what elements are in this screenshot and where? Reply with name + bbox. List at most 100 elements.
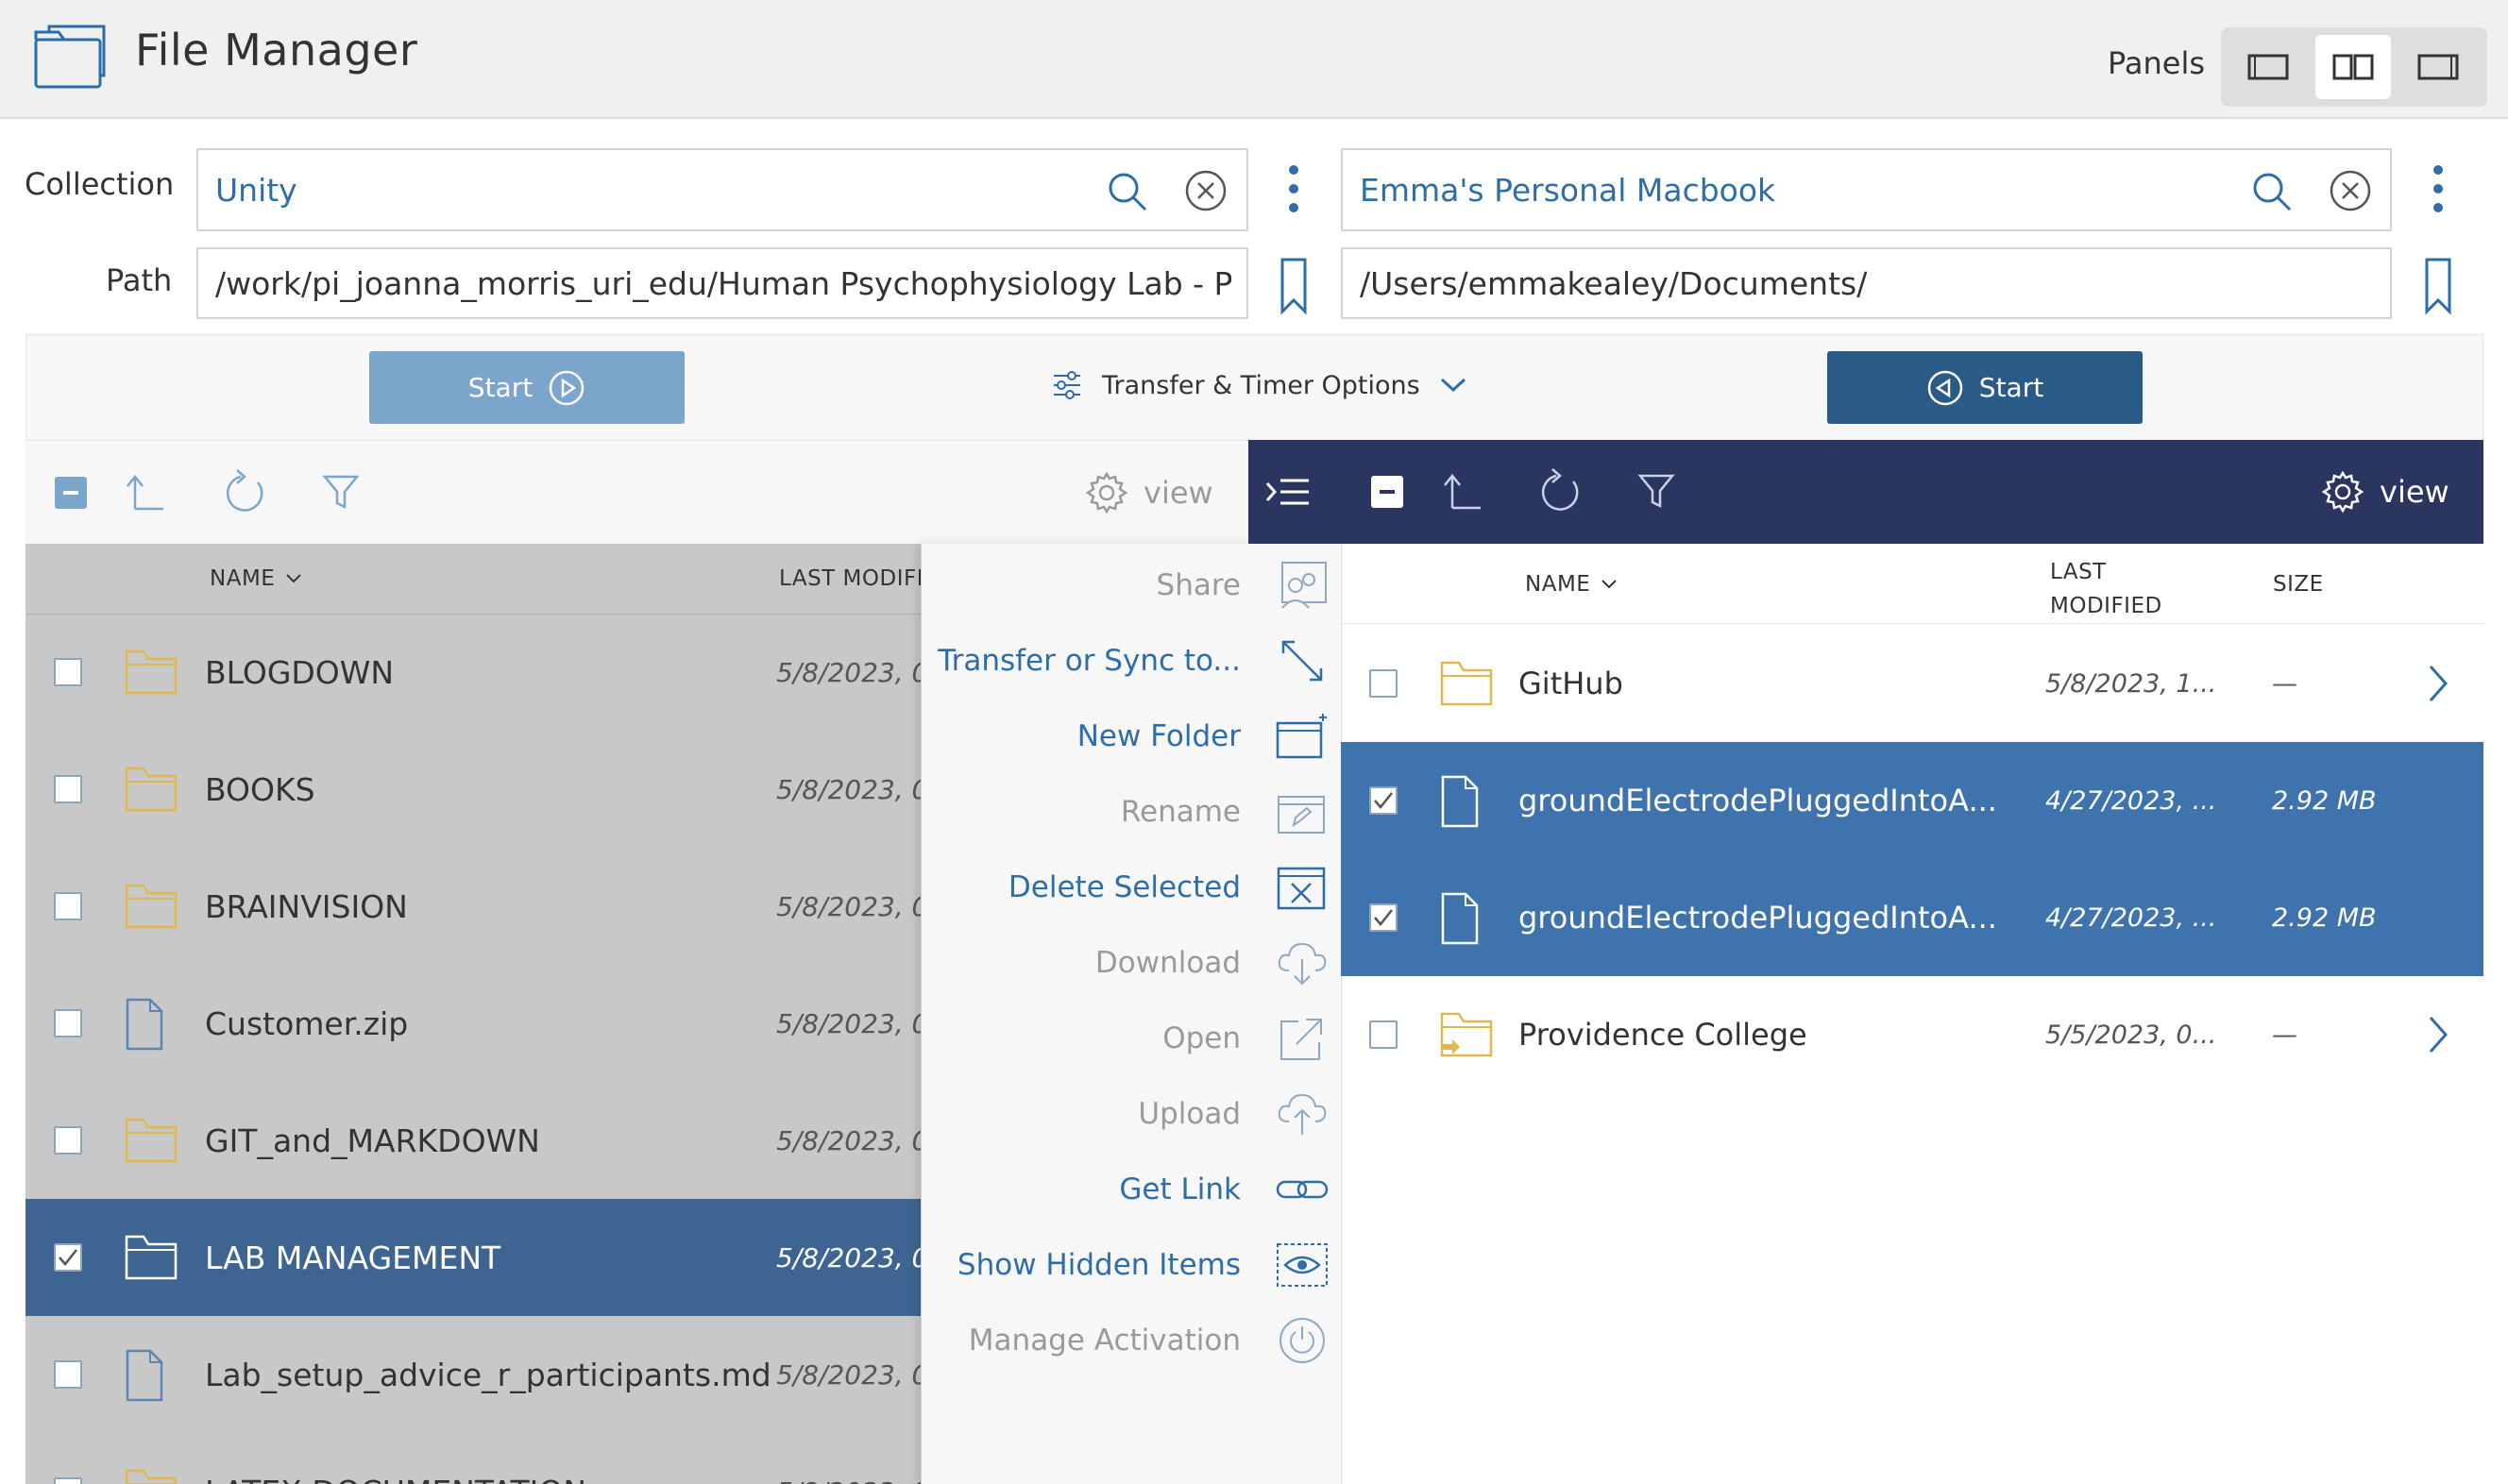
clear-icon[interactable] xyxy=(1184,169,1228,212)
left-more-options-icon[interactable] xyxy=(1280,162,1307,215)
play-right-icon xyxy=(548,369,585,407)
menu-item[interactable]: Manage Activation xyxy=(922,1303,1342,1378)
select-all-checkbox[interactable] xyxy=(1371,476,1403,508)
left-collection-field[interactable]: Unity xyxy=(196,148,1248,231)
file-icon xyxy=(124,1348,165,1403)
chevron-right-icon[interactable] xyxy=(2427,663,2449,704)
folder-icon xyxy=(1439,657,1494,708)
left-view-button[interactable]: view xyxy=(1085,471,1213,514)
row-checkbox[interactable] xyxy=(54,1009,82,1037)
file-modified: 5/8/2023, 0 xyxy=(776,656,921,688)
dual-panel-button[interactable] xyxy=(2315,35,2391,99)
row-checkbox[interactable] xyxy=(1369,1020,1398,1049)
table-row[interactable]: BLOGDOWN 5/8/2023, 0 xyxy=(25,614,921,731)
filter-icon[interactable] xyxy=(1637,472,1675,510)
right-path-field[interactable]: /Users/emmakealey/Documents/ xyxy=(1341,247,2392,319)
menu-item[interactable]: Transfer or Sync to... xyxy=(922,623,1342,699)
filter-icon[interactable] xyxy=(322,473,360,511)
right-panel-button[interactable] xyxy=(2400,35,2476,99)
left-collection-value: Unity xyxy=(215,171,297,209)
table-row[interactable]: Customer.zip 5/8/2023, 0 xyxy=(25,965,921,1082)
modified-header-line2: MODIFIED xyxy=(2050,594,2162,618)
search-icon[interactable] xyxy=(2251,171,2293,212)
shared-folder-icon xyxy=(1439,1008,1494,1059)
menu-item[interactable]: Delete Selected xyxy=(922,850,1342,925)
menu-item[interactable]: Share xyxy=(922,548,1342,623)
row-checkbox[interactable] xyxy=(54,1126,82,1155)
single-panel-button[interactable] xyxy=(2230,35,2306,99)
right-collection-field[interactable]: Emma's Personal Macbook xyxy=(1341,148,2392,231)
up-folder-icon[interactable] xyxy=(1443,470,1484,512)
table-row[interactable]: LAB MANAGEMENT 5/8/2023, 0 xyxy=(25,1199,921,1316)
name-column-header[interactable]: NAME xyxy=(1525,572,1618,597)
row-checkbox[interactable] xyxy=(1369,669,1398,698)
table-row[interactable]: BOOKS 5/8/2023, 0 xyxy=(25,731,921,848)
menu-item-label: Delete Selected xyxy=(1008,870,1241,904)
file-name: groundElectrodePluggedIntoA... xyxy=(1518,783,1997,818)
transfer-options-toggle[interactable]: Transfer & Timer Options xyxy=(1051,369,1467,401)
menu-item-label: Rename xyxy=(1120,795,1241,829)
file-name: BLOGDOWN xyxy=(205,653,395,691)
menu-item[interactable]: Rename xyxy=(922,774,1342,850)
toggle-menu-icon[interactable] xyxy=(1265,476,1311,508)
file-icon xyxy=(124,997,165,1052)
right-list-header: NAME LAST MODIFIED SIZE xyxy=(1342,544,2484,624)
file-name: LATEX DOCUMENTATION xyxy=(205,1433,586,1484)
row-checkbox[interactable] xyxy=(54,1477,82,1484)
row-checkbox[interactable] xyxy=(54,1360,82,1389)
refresh-icon[interactable] xyxy=(222,467,267,516)
menu-item[interactable]: Download xyxy=(922,925,1342,1001)
menu-item-label: Show Hidden Items xyxy=(957,1248,1241,1282)
row-checkbox[interactable] xyxy=(54,775,82,803)
modified-column-header[interactable]: LAST MODIFIED xyxy=(2050,555,2162,623)
file-name: Customer.zip xyxy=(205,1004,409,1042)
menu-item-label: Open xyxy=(1162,1021,1241,1055)
clear-icon[interactable] xyxy=(2329,169,2372,212)
row-checkbox[interactable] xyxy=(54,892,82,920)
left-path-field[interactable]: /work/pi_joanna_morris_uri_edu/Human Psy… xyxy=(196,247,1248,319)
modified-column-header[interactable]: LAST MODIFI xyxy=(779,566,921,591)
size-column-header[interactable]: SIZE xyxy=(2273,572,2324,597)
page-title: File Manager xyxy=(135,25,418,76)
table-row[interactable]: Lab_setup_advice_r_participants.md 5/8/20… xyxy=(25,1316,921,1433)
file-modified: 5/5/2023, 0... xyxy=(2045,1020,2217,1050)
view-label: view xyxy=(2380,474,2449,510)
left-start-button[interactable]: Start xyxy=(369,351,685,424)
left-bookmark-icon[interactable] xyxy=(1279,257,1309,315)
row-checkbox[interactable] xyxy=(1369,903,1398,932)
up-folder-icon[interactable] xyxy=(126,471,167,513)
table-row[interactable]: groundElectrodePluggedIntoA... 4/27/2023,… xyxy=(1341,859,2483,976)
folder-icon xyxy=(124,1465,178,1484)
menu-item[interactable]: Show Hidden Items xyxy=(922,1227,1342,1303)
right-path-value: /Users/emmakealey/Documents/ xyxy=(1360,264,1868,302)
row-checkbox[interactable] xyxy=(1369,786,1398,815)
menu-item-label: Manage Activation xyxy=(968,1324,1241,1358)
menu-item[interactable]: Get Link xyxy=(922,1152,1342,1227)
chevron-down-icon xyxy=(1439,376,1467,395)
table-row[interactable]: groundElectrodePluggedIntoA... 4/27/2023,… xyxy=(1341,742,2483,859)
chevron-right-icon[interactable] xyxy=(2427,1014,2449,1055)
folder-icon xyxy=(124,1114,178,1165)
row-checkbox[interactable] xyxy=(54,658,82,686)
table-row[interactable]: GitHub 5/8/2023, 1... — xyxy=(1341,625,2483,742)
file-modified: 5/8/2023, 0 xyxy=(776,1007,921,1039)
menu-item-label: New Folder xyxy=(1076,719,1241,753)
select-all-checkbox[interactable] xyxy=(55,477,87,509)
row-checkbox[interactable] xyxy=(54,1243,82,1272)
name-column-header[interactable]: NAME xyxy=(210,566,303,591)
table-row[interactable]: Providence College 5/5/2023, 0... — xyxy=(1341,976,2483,1093)
table-row[interactable]: LATEX DOCUMENTATION 5/8/2023, 0 xyxy=(25,1433,921,1484)
file-modified: 5/8/2023, 0 xyxy=(776,1358,921,1391)
table-row[interactable]: GIT_and_MARKDOWN 5/8/2023, 0 xyxy=(25,1082,921,1199)
menu-item[interactable]: Open xyxy=(922,1001,1342,1076)
right-more-options-icon[interactable] xyxy=(2425,162,2451,215)
search-icon[interactable] xyxy=(1107,171,1148,212)
right-bookmark-icon[interactable] xyxy=(2423,257,2453,315)
menu-item[interactable]: Upload xyxy=(922,1076,1342,1152)
play-left-icon xyxy=(1926,369,1964,407)
right-view-button[interactable]: view xyxy=(2321,470,2449,514)
right-start-button[interactable]: Start xyxy=(1827,351,2143,424)
table-row[interactable]: BRAINVISION 5/8/2023, 0 xyxy=(25,848,921,965)
menu-item[interactable]: New Folder xyxy=(922,699,1342,774)
refresh-icon[interactable] xyxy=(1537,466,1583,515)
